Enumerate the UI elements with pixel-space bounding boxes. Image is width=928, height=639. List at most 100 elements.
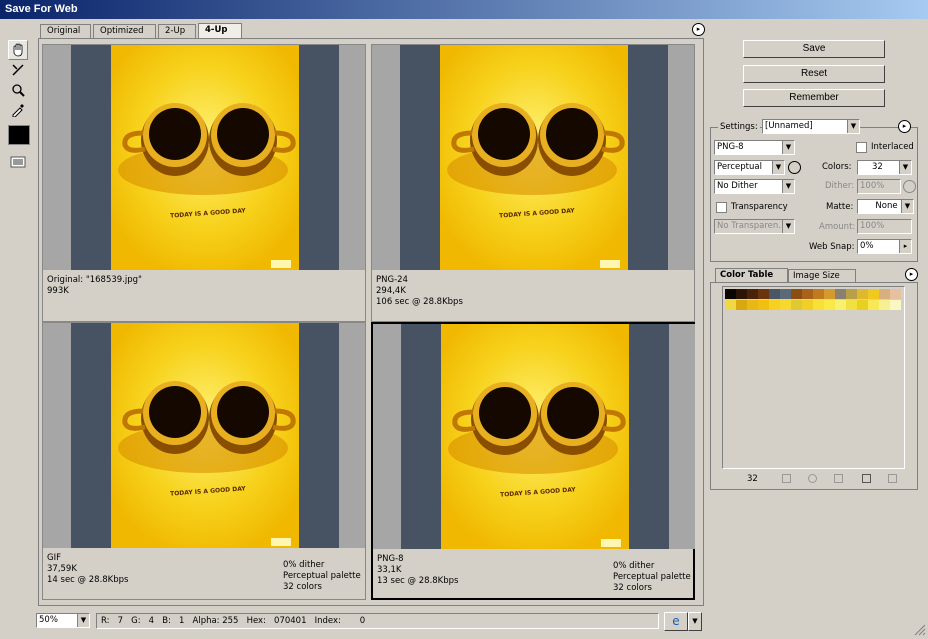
color-swatch[interactable] (725, 289, 736, 299)
tab-image-size[interactable]: Image Size (788, 269, 856, 282)
preview-pane-0[interactable]: TODAY IS A GOOD DAY Original: "168539.jp… (42, 44, 366, 322)
save-button[interactable]: Save (743, 40, 885, 58)
color-swatch[interactable] (857, 289, 868, 299)
color-swatch[interactable] (802, 289, 813, 299)
tab-original[interactable]: Original (40, 24, 91, 38)
interlaced-checkbox[interactable] (856, 142, 867, 153)
color-swatch[interactable] (758, 300, 769, 310)
preview-menu-icon[interactable]: ▸ (692, 23, 705, 36)
eyedropper-tool-icon[interactable] (8, 100, 28, 120)
toggle-slices-icon[interactable] (8, 152, 28, 172)
settings-menu-icon[interactable]: ▸ (898, 120, 911, 133)
web-shift-icon[interactable] (782, 474, 791, 483)
pane-info: Original: "168539.jpg" 993K (47, 275, 142, 297)
resize-grip-icon[interactable] (912, 622, 926, 636)
preview-image: TODAY IS A GOOD DAY (43, 45, 365, 270)
color-swatch[interactable] (813, 300, 824, 310)
pane-colors: 32 colors (613, 583, 652, 593)
remember-button[interactable]: Remember (743, 89, 885, 107)
color-swatch[interactable] (824, 300, 835, 310)
format-select[interactable]: PNG-8 ▼ (714, 140, 795, 155)
color-swatch[interactable] (780, 300, 791, 310)
color-swatch[interactable] (725, 300, 736, 310)
browser-menu-chevron-icon[interactable]: ▼ (688, 612, 702, 631)
dither-label: Dither: (825, 181, 855, 191)
transparency-checkbox[interactable] (716, 202, 727, 213)
color-count: 32 (747, 474, 758, 484)
color-swatch[interactable] (846, 289, 857, 299)
tab-4-up[interactable]: 4-Up (198, 23, 242, 38)
web-snap-label: Web Snap: (809, 242, 855, 252)
color-swatch[interactable] (846, 300, 857, 310)
dither-amount-field[interactable]: 100% (857, 179, 901, 194)
color-swatch[interactable] (824, 289, 835, 299)
zoom-tool-icon[interactable] (8, 80, 28, 100)
color-swatch[interactable] (791, 289, 802, 299)
dither-amount-value: 100% (860, 181, 885, 191)
color-table-menu-icon[interactable]: ▸ (905, 268, 918, 281)
color-swatch[interactable] (780, 289, 791, 299)
reduction-value: Perceptual (717, 162, 762, 172)
slice-select-tool-icon[interactable] (8, 60, 28, 80)
preview-image: TODAY IS A GOOD DAY (373, 324, 695, 549)
hand-tool-icon[interactable] (8, 40, 28, 60)
color-swatch[interactable] (769, 300, 780, 310)
color-swatch[interactable] (879, 300, 890, 310)
transparency-label: Transparency (731, 202, 788, 212)
color-swatch[interactable] (747, 289, 758, 299)
zoom-select[interactable]: 50% ▼ (36, 613, 90, 628)
eyedropper-color-swatch[interactable] (8, 125, 30, 145)
transparency-dither-select[interactable]: No Transparen... ▼ (714, 219, 795, 234)
color-swatch[interactable] (879, 289, 890, 299)
color-swatch[interactable] (736, 300, 747, 310)
web-safe-icon[interactable] (808, 474, 817, 483)
color-swatch[interactable] (769, 289, 780, 299)
settings-preset-select[interactable]: [Unnamed] ▼ (762, 119, 860, 134)
color-swatch[interactable] (857, 300, 868, 310)
browser-preview-icon[interactable]: e (664, 612, 688, 631)
pane-format: Original: "168539.jpg" (47, 275, 142, 285)
pane-size: 37,59K (47, 564, 77, 574)
tab-optimized[interactable]: Optimized (93, 24, 156, 38)
dither-algorithm-select[interactable]: No Dither ▼ (714, 179, 795, 194)
color-swatch[interactable] (736, 289, 747, 299)
preview-pane-1[interactable]: TODAY IS A GOOD DAY PNG-24 294,4K 106 se… (371, 44, 695, 322)
new-color-icon[interactable] (862, 474, 871, 483)
preview-pane-2[interactable]: TODAY IS A GOOD DAY GIF 37,59K 14 sec @ … (42, 322, 366, 600)
reduction-options-icon[interactable] (788, 161, 801, 174)
dither-options-icon[interactable] (903, 180, 916, 193)
color-swatch[interactable] (758, 289, 769, 299)
color-swatch[interactable] (890, 300, 901, 310)
color-swatch[interactable] (802, 300, 813, 310)
matte-label: Matte: (826, 202, 854, 212)
lock-color-icon[interactable] (834, 474, 843, 483)
chevron-down-icon: ▼ (899, 161, 911, 174)
web-snap-select[interactable]: 0% ▸ (857, 239, 912, 254)
preview-pane-3[interactable]: TODAY IS A GOOD DAY PNG-8 33,1K 13 sec @… (371, 322, 695, 600)
amount-field[interactable]: 100% (857, 219, 912, 234)
window-title: Save For Web (0, 0, 928, 19)
color-swatch[interactable] (835, 300, 846, 310)
matte-select[interactable]: None ▼ (857, 199, 914, 214)
amount-value: 100% (860, 221, 885, 231)
reduction-select[interactable]: Perceptual ▼ (714, 160, 785, 175)
color-swatch[interactable] (791, 300, 802, 310)
preview-image: TODAY IS A GOOD DAY (43, 323, 365, 548)
color-swatch[interactable] (835, 289, 846, 299)
color-swatch[interactable] (813, 289, 824, 299)
pane-download-time: 14 sec @ 28.8Kbps (47, 575, 129, 585)
color-swatch[interactable] (868, 300, 879, 310)
delete-color-icon[interactable] (888, 474, 897, 483)
pane-format: PNG-24 (376, 275, 408, 285)
colors-value: 32 (872, 162, 883, 172)
tab-2-up[interactable]: 2-Up (158, 24, 196, 38)
color-swatch[interactable] (868, 289, 879, 299)
preview-image: TODAY IS A GOOD DAY (372, 45, 694, 270)
tab-color-table[interactable]: Color Table (715, 268, 788, 282)
reset-button[interactable]: Reset (743, 65, 885, 83)
color-swatch[interactable] (747, 300, 758, 310)
colors-select[interactable]: 32 ▼ (857, 160, 912, 175)
color-swatch[interactable] (890, 289, 901, 299)
matte-value: None (875, 201, 898, 211)
pane-download-time: 13 sec @ 28.8Kbps (377, 576, 459, 586)
